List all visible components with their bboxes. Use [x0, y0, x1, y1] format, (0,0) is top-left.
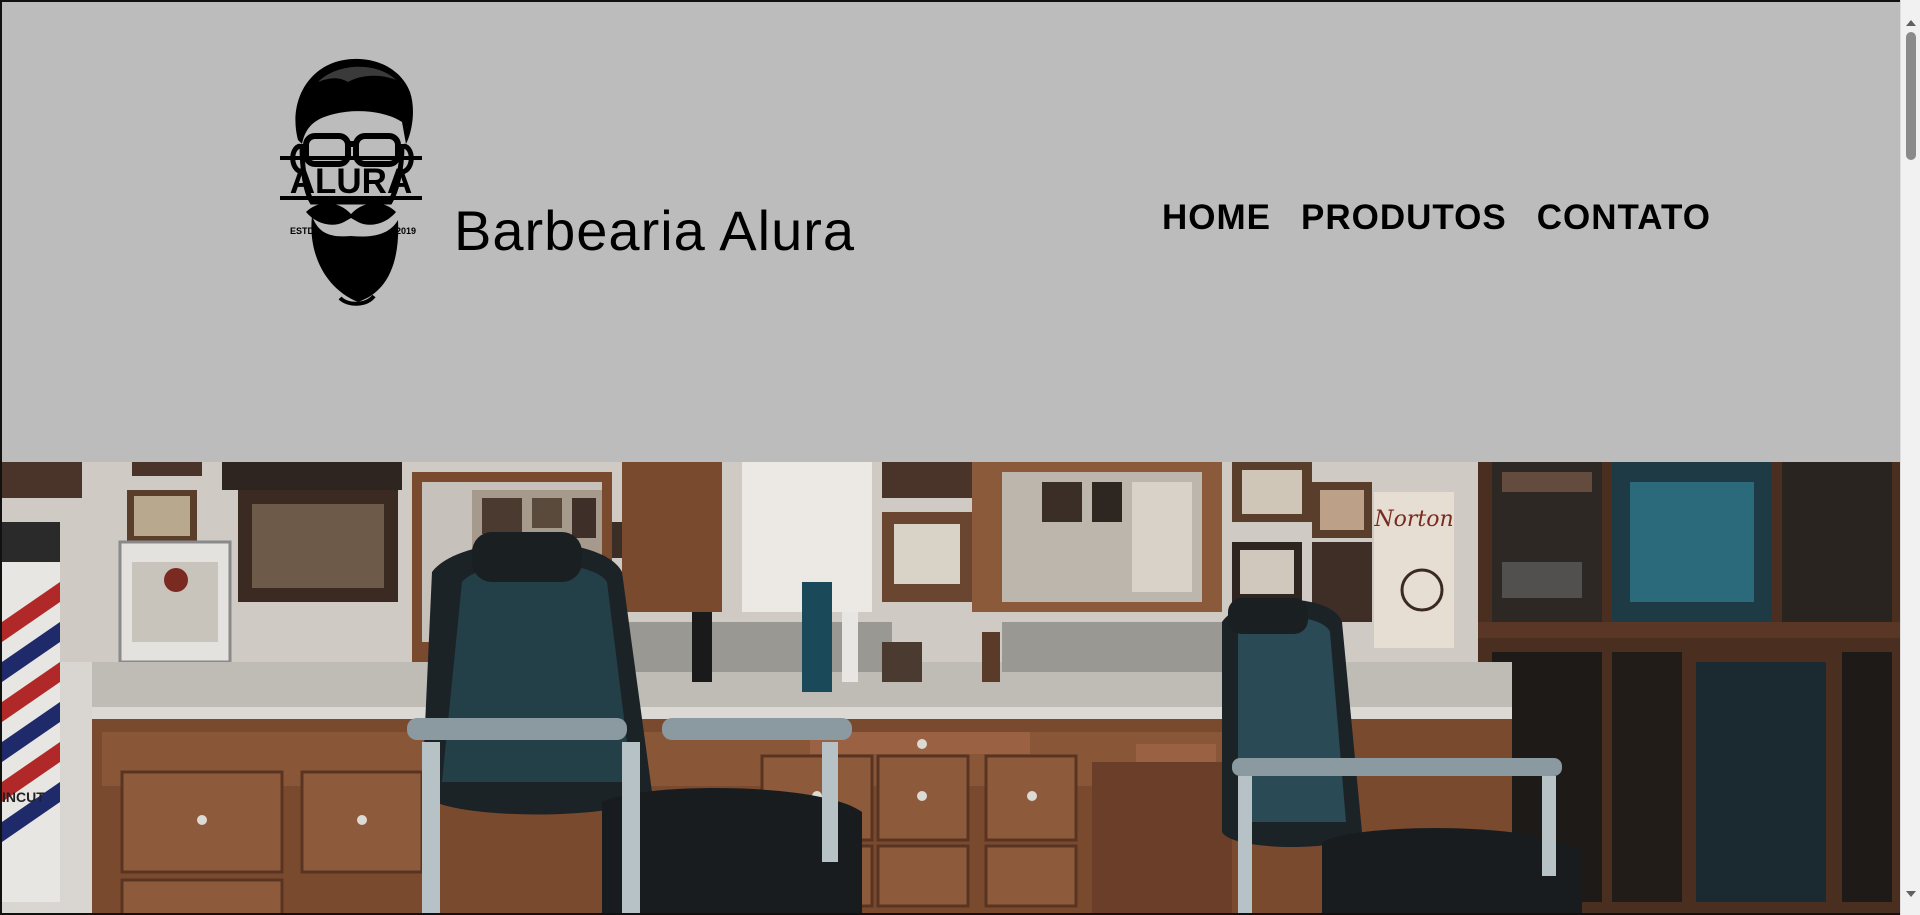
pole-text: INCUT	[2, 789, 45, 805]
logo-wordmark: ALURA	[290, 162, 412, 201]
barber-pole: INCUT	[2, 522, 60, 902]
logo[interactable]: ALURA ESTD 2019	[278, 52, 424, 308]
nav-contato-link[interactable]: CONTATO	[1537, 198, 1711, 238]
logo-right-text: 2019	[396, 226, 416, 236]
scroll-down-icon[interactable]	[1906, 891, 1916, 897]
nav-produtos-link[interactable]: PRODUTOS	[1301, 198, 1507, 238]
main-nav: HOME PRODUTOS CONTATO	[1162, 198, 1711, 238]
scroll-up-icon[interactable]	[1906, 20, 1916, 26]
norton-sign-text: Norton	[1373, 507, 1453, 532]
logo-left-text: ESTD	[290, 226, 315, 236]
bearded-man-logo-icon: ALURA ESTD 2019	[280, 58, 422, 306]
vertical-scrollbar[interactable]	[1900, 0, 1920, 915]
site-header: ALURA ESTD 2019 Barbearia Alura HOME PRO…	[2, 2, 1900, 462]
nav-home-link[interactable]: HOME	[1162, 198, 1271, 238]
site-title: Barbearia Alura	[454, 199, 856, 262]
hero-banner: Norton INCUT	[2, 462, 1900, 913]
barbershop-interior-image: Norton INCUT	[2, 462, 1900, 913]
page: ALURA ESTD 2019 Barbearia Alura HOME PRO…	[2, 2, 1900, 913]
scrollbar-thumb[interactable]	[1906, 32, 1916, 160]
